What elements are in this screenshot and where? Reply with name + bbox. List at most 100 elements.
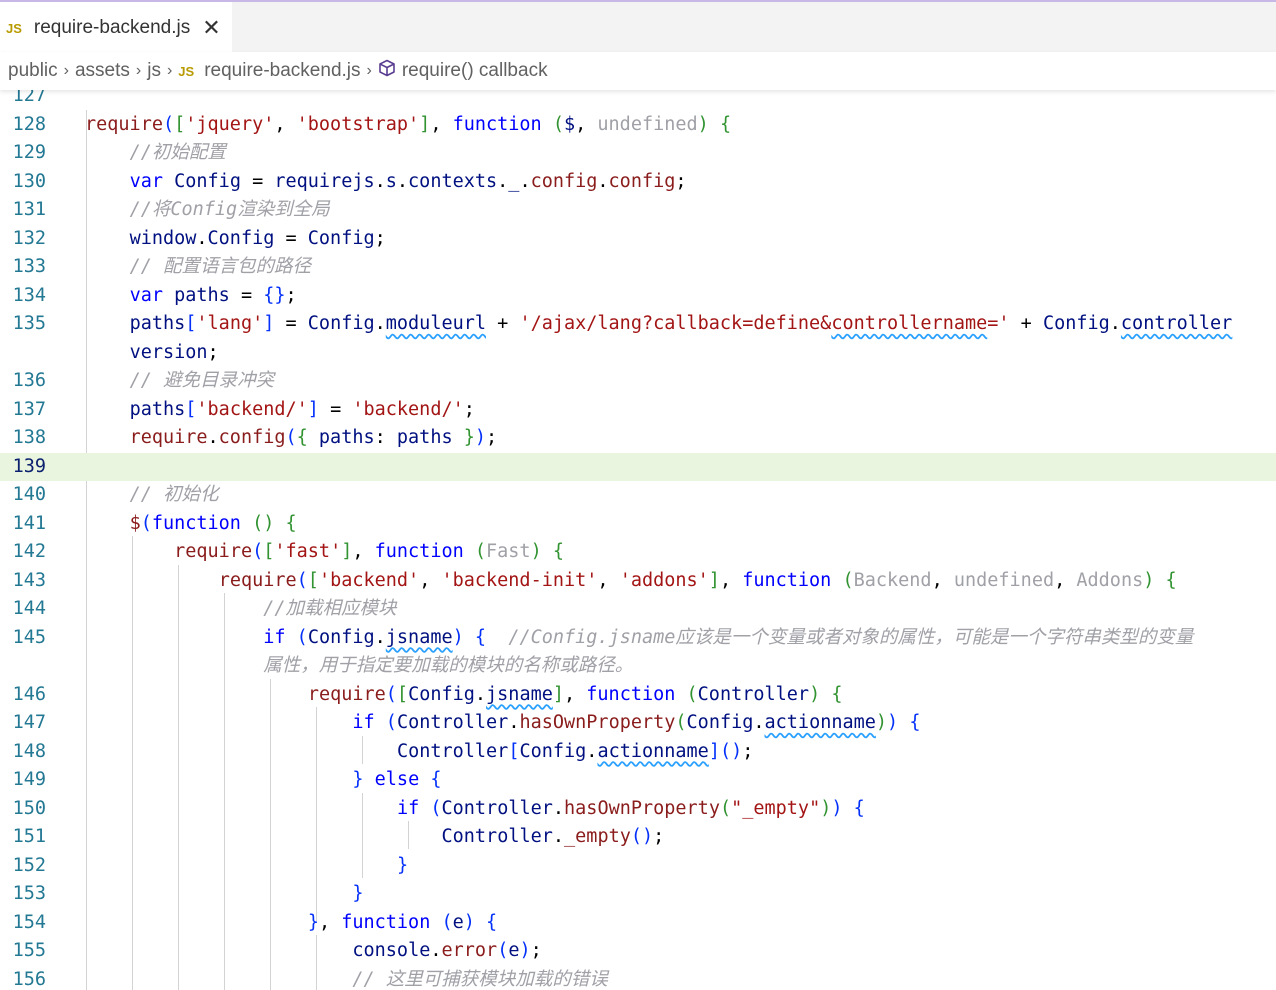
code-text: } bbox=[396, 854, 409, 876]
code-line[interactable]: 137 paths['backend/'] = 'backend/'; bbox=[0, 396, 1276, 425]
code-line[interactable]: 属性，用于指定要加载的模块的名称或路径。 bbox=[0, 652, 1276, 681]
breadcrumb-item-file[interactable]: require-backend.js bbox=[204, 60, 360, 82]
code-line[interactable]: 128 require(['jquery', 'bootstrap'], func… bbox=[0, 111, 1276, 140]
line-number: 140 bbox=[12, 484, 46, 505]
code-text: var Config = requirejs.s.contexts._.conf… bbox=[129, 170, 687, 192]
code-line[interactable]: 147 if (Controller.hasOwnProperty(Config… bbox=[0, 709, 1276, 738]
code-line[interactable]: 156 // 这里可捕获模块加载的错误 bbox=[0, 966, 1276, 990]
line-number: 150 bbox=[12, 797, 46, 819]
code-text: $(function () { bbox=[129, 512, 297, 534]
breadcrumb-item-symbol[interactable]: require() callback bbox=[402, 60, 548, 82]
code-line[interactable]: 142 require(['fast'], function (Fast) { bbox=[0, 538, 1276, 567]
line-number: 135 bbox=[12, 313, 46, 334]
code-line[interactable]: 143 require(['backend', 'backend-init', … bbox=[0, 567, 1276, 596]
line-number: 147 bbox=[12, 712, 46, 733]
code-line[interactable]: 133 // 配置语言包的路径 bbox=[0, 253, 1276, 282]
code-line[interactable]: 149 } else { bbox=[0, 766, 1276, 795]
line-number: 152 bbox=[12, 854, 46, 876]
code-text: require(['backend', 'backend-init', 'add… bbox=[218, 569, 1177, 591]
line-number: 155 bbox=[12, 940, 46, 961]
line-number: 134 bbox=[12, 284, 46, 306]
code-line[interactable]: 144 //加载相应模块 bbox=[0, 595, 1276, 624]
code-text: }, function (e) { bbox=[307, 911, 498, 933]
code-text: version; bbox=[129, 341, 219, 363]
code-line[interactable]: 146 require([Config.jsname], function (C… bbox=[0, 681, 1276, 710]
code-line[interactable]: 141 $(function () { bbox=[0, 510, 1276, 539]
code-line[interactable]: 154 }, function (e) { bbox=[0, 909, 1276, 938]
code-text: var paths = {}; bbox=[129, 284, 297, 306]
line-number: 145 bbox=[12, 626, 46, 648]
code-text: // 配置语言包的路径 bbox=[129, 256, 311, 277]
javascript-file-icon: JS bbox=[178, 63, 195, 79]
code-text: } else { bbox=[352, 769, 442, 790]
code-line[interactable]: 148 Controller[Config.actionname](); bbox=[0, 738, 1276, 767]
code-text: // 这里可捕获模块加载的错误 bbox=[352, 968, 608, 990]
code-text: if (Config.jsname) { //Config.jsname应该是一… bbox=[263, 626, 1194, 648]
code-text: require([Config.jsname], function (Contr… bbox=[307, 683, 843, 705]
line-number: 151 bbox=[12, 826, 46, 847]
code-line[interactable]: 153 } bbox=[0, 880, 1276, 909]
line-number: 143 bbox=[12, 569, 46, 591]
code-text: paths['lang'] = Config.moduleurl + '/aja… bbox=[129, 313, 1233, 334]
breadcrumb-item-js[interactable]: js bbox=[147, 60, 161, 82]
tab-bar: JS require-backend.js ✕ bbox=[0, 0, 1276, 54]
code-line[interactable]: 155 console.error(e); bbox=[0, 937, 1276, 966]
code-text: //初始配置 bbox=[129, 142, 226, 163]
line-number: 141 bbox=[12, 512, 46, 534]
breadcrumb-item-assets[interactable]: assets bbox=[75, 60, 130, 82]
line-number: 138 bbox=[12, 427, 46, 448]
chevron-right-icon: › bbox=[63, 62, 69, 79]
code-text: if (Controller.hasOwnProperty("_empty"))… bbox=[396, 797, 865, 819]
code-text: Controller[Config.actionname](); bbox=[396, 740, 754, 762]
code-text: 属性，用于指定要加载的模块的名称或路径。 bbox=[85, 655, 634, 676]
code-text: //加载相应模块 bbox=[263, 598, 397, 619]
code-line[interactable]: 139 bbox=[0, 452, 1276, 481]
code-line[interactable]: 136 // 避免目录冲突 bbox=[0, 367, 1276, 396]
breadcrumb: public › assets › js › JS require-backen… bbox=[0, 52, 1276, 90]
code-text: } bbox=[352, 883, 364, 904]
code-text: require(['fast'], function (Fast) { bbox=[174, 541, 564, 562]
code-text: paths['backend/'] = 'backend/'; bbox=[129, 398, 475, 420]
code-line[interactable]: 140 // 初始化 bbox=[0, 481, 1276, 510]
code-line[interactable]: 135 paths['lang'] = Config.moduleurl + '… bbox=[0, 310, 1276, 339]
code-line[interactable]: version; bbox=[0, 339, 1276, 368]
code-line[interactable]: 131 //将Config渲染到全局 bbox=[0, 196, 1276, 225]
line-number: 153 bbox=[12, 883, 46, 904]
chevron-right-icon: › bbox=[166, 62, 173, 79]
line-number: 132 bbox=[12, 227, 46, 249]
code-text: require.config({ paths: paths }); bbox=[129, 427, 498, 448]
line-number: 131 bbox=[12, 199, 46, 220]
code-text: require(['jquery', 'bootstrap'], functio… bbox=[85, 113, 732, 135]
editor-tab-require-backend[interactable]: JS require-backend.js ✕ bbox=[0, 2, 232, 54]
line-number: 149 bbox=[12, 769, 46, 790]
line-number: 137 bbox=[12, 398, 46, 420]
breadcrumb-item-public[interactable]: public bbox=[8, 60, 58, 82]
symbol-method-cube-icon bbox=[378, 59, 396, 83]
code-text: console.error(e); bbox=[352, 940, 542, 961]
line-number: 154 bbox=[12, 911, 46, 933]
chevron-right-icon: › bbox=[366, 62, 372, 79]
close-icon[interactable]: ✕ bbox=[202, 17, 220, 39]
line-number: 130 bbox=[12, 170, 46, 192]
line-number: 144 bbox=[12, 598, 46, 619]
line-number: 136 bbox=[12, 370, 46, 391]
code-text: window.Config = Config; bbox=[129, 227, 386, 249]
code-line[interactable]: 134 var paths = {}; bbox=[0, 282, 1276, 311]
line-number: 142 bbox=[12, 541, 46, 562]
code-line[interactable]: 138 require.config({ paths: paths }); bbox=[0, 424, 1276, 453]
code-line[interactable]: 151 Controller._empty(); bbox=[0, 823, 1276, 852]
line-number: 148 bbox=[12, 740, 46, 762]
line-number: 156 bbox=[12, 968, 46, 990]
javascript-file-icon: JS bbox=[6, 20, 22, 36]
code-line[interactable]: 129 //初始配置 bbox=[0, 139, 1276, 168]
code-line[interactable]: 150 if (Controller.hasOwnProperty("_empt… bbox=[0, 795, 1276, 824]
line-number: 133 bbox=[12, 256, 46, 277]
code-editor[interactable]: 127 128 require(['jquery', 'bootstrap'], f… bbox=[0, 82, 1276, 990]
code-text: // 初始化 bbox=[129, 484, 219, 505]
code-line[interactable]: 130 var Config = requirejs.s.contexts._.… bbox=[0, 168, 1276, 197]
code-text: if (Controller.hasOwnProperty(Config.act… bbox=[352, 712, 921, 733]
code-line[interactable]: 132 window.Config = Config; bbox=[0, 225, 1276, 254]
code-line[interactable]: 152 } bbox=[0, 852, 1276, 881]
code-line[interactable]: 145 if (Config.jsname) { //Config.jsname… bbox=[0, 624, 1276, 653]
line-number: 128 bbox=[12, 113, 46, 135]
